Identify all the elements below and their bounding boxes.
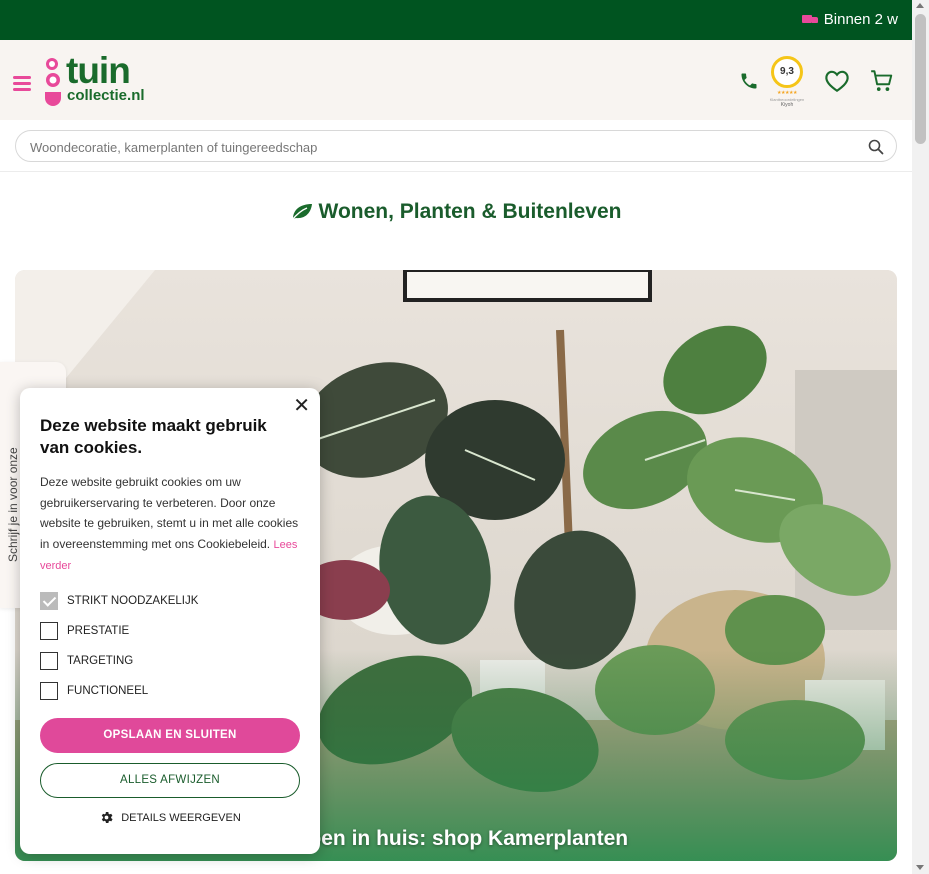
- scroll-thumb[interactable]: [915, 14, 926, 144]
- cookie-option-label: PRESTATIE: [67, 625, 130, 637]
- cookie-option-strictly-necessary[interactable]: STRIKT NOODZAKELIJK: [40, 592, 198, 610]
- site-header: tuin collectie.nl 9,3 ★★★★★ Klantbeoorde…: [0, 40, 912, 120]
- gear-icon: [101, 812, 113, 823]
- show-details-label: DETAILS WEERGEVEN: [121, 811, 241, 824]
- top-bar: Binnen 2 w: [0, 0, 912, 40]
- leaf-icon: [290, 204, 312, 221]
- kiyoh-rating-badge[interactable]: 9,3 ★★★★★ Klantbeoordelingen Kiyoh: [768, 56, 806, 112]
- cookie-option-label: FUNCTIONEEL: [67, 685, 149, 697]
- cookie-option-targeting[interactable]: TARGETING: [40, 652, 133, 670]
- scroll-up-arrow-icon[interactable]: [916, 3, 924, 8]
- newsletter-side-tab-label: Schrijf je in voor onze: [6, 447, 20, 562]
- page-scrollbar[interactable]: [912, 0, 929, 874]
- checkbox-checked[interactable]: [40, 592, 58, 610]
- cookie-option-label: STRIKT NOODZAKELIJK: [67, 595, 199, 607]
- cookie-title: Deze website maakt gebruik van cookies.: [40, 416, 267, 457]
- site-logo[interactable]: tuin collectie.nl: [43, 50, 153, 108]
- checkbox[interactable]: [40, 682, 58, 700]
- search-box[interactable]: [15, 130, 897, 162]
- logo-text-sub: collectie.nl: [67, 87, 145, 104]
- kiyoh-name: Kiyoh: [780, 102, 794, 108]
- search-icon[interactable]: [868, 139, 884, 155]
- cookie-dialog: ✕ Deze website maakt gebruik van cookies…: [20, 388, 320, 854]
- page-headline: Wonen, Planten & Buitenleven: [0, 200, 912, 224]
- scroll-down-arrow-icon[interactable]: [916, 865, 924, 870]
- checkbox[interactable]: [40, 622, 58, 640]
- close-icon[interactable]: ✕: [293, 396, 310, 416]
- cookie-option-performance[interactable]: PRESTATIE: [40, 622, 129, 640]
- search-input[interactable]: [30, 137, 850, 157]
- cookie-option-functional[interactable]: FUNCTIONEEL: [40, 682, 148, 700]
- kiyoh-score: 9,3: [771, 56, 803, 88]
- search-bar-area: [0, 120, 912, 172]
- headline-text: Wonen, Planten & Buitenleven: [318, 200, 622, 223]
- cookie-description: Deze website gebruikt cookies om uw gebr…: [40, 472, 302, 577]
- cart-icon[interactable]: [869, 68, 895, 94]
- save-and-close-button[interactable]: OPSLAAN EN SLUITEN: [40, 718, 300, 753]
- kiyoh-stars: ★★★★★: [777, 90, 797, 96]
- logo-mark-icon: [45, 58, 61, 106]
- cookie-option-label: TARGETING: [67, 655, 134, 667]
- phone-icon[interactable]: [739, 71, 759, 91]
- show-details-button[interactable]: DETAILS WEERGEVEN: [20, 810, 320, 825]
- heart-icon[interactable]: [824, 69, 850, 93]
- menu-icon[interactable]: [13, 76, 31, 91]
- truck-icon: [801, 14, 818, 26]
- delivery-message: Binnen 2 w: [801, 11, 898, 28]
- logo-text-main: tuin: [66, 50, 131, 91]
- reject-all-button[interactable]: ALLES AFWIJZEN: [40, 763, 300, 798]
- checkbox[interactable]: [40, 652, 58, 670]
- delivery-text: Binnen 2 w: [823, 11, 898, 28]
- cookie-description-text: Deze website gebruikt cookies om uw gebr…: [40, 475, 299, 551]
